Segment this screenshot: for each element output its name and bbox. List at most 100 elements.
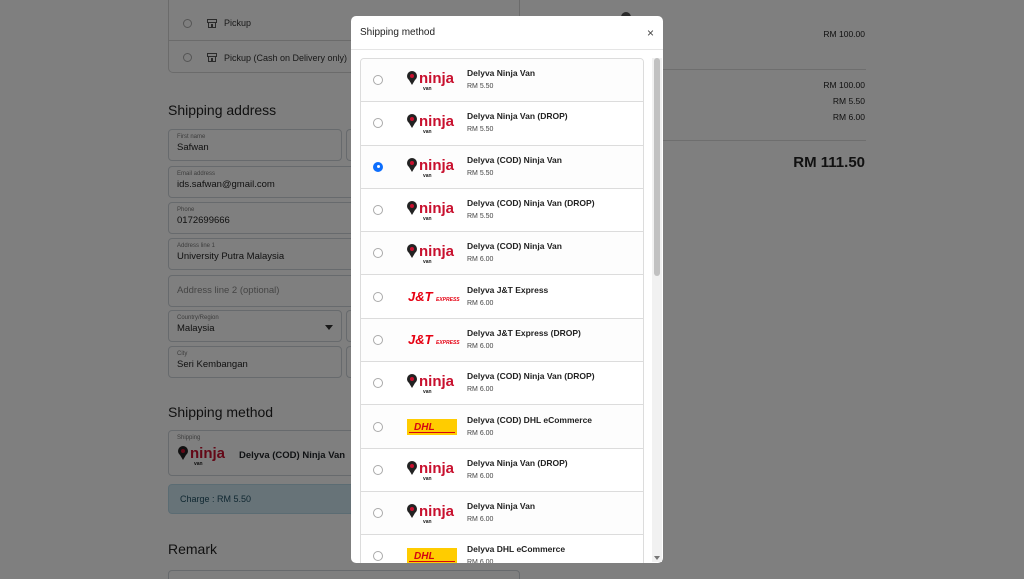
- option-price: RM 5.50: [467, 83, 494, 91]
- ninjavan-logo-icon: ninja van: [406, 154, 460, 180]
- svg-text:EXPRESS: EXPRESS: [436, 340, 460, 346]
- option-price: RM 5.50: [467, 169, 494, 177]
- option-name: Delyva (COD) Ninja Van (DROP): [467, 198, 595, 209]
- svg-text:van: van: [423, 389, 432, 395]
- svg-text:ninja: ninja: [419, 373, 455, 390]
- ninjavan-logo-icon: ninja van: [406, 197, 460, 223]
- ninjavan-logo-icon: ninja van: [406, 500, 460, 526]
- scrollbar-thumb[interactable]: [654, 58, 660, 276]
- option-name: Delyva Ninja Van: [467, 501, 536, 512]
- radio-button[interactable]: [373, 508, 383, 519]
- svg-text:DHL: DHL: [414, 551, 435, 562]
- option-name: Delyva DHL eCommerce: [467, 544, 566, 555]
- ninjavan-logo-icon: ninja van: [406, 240, 460, 266]
- modal-header: Shipping method ×: [351, 16, 663, 50]
- dhl-logo-icon: DHL: [406, 414, 460, 440]
- option-price: RM 5.50: [467, 126, 494, 134]
- option-text: Delyva J&T Express (DROP) RM 6.00: [467, 328, 581, 352]
- option-text: Delyva (COD) Ninja Van (DROP) RM 5.50: [467, 198, 595, 222]
- radio-button[interactable]: [373, 291, 383, 302]
- shipping-option[interactable]: ninja van Delyva (COD) Ninja Van RM 6.00: [361, 232, 643, 276]
- svg-text:ninja: ninja: [419, 70, 455, 87]
- option-price: RM 6.00: [467, 429, 494, 437]
- svg-text:van: van: [423, 259, 432, 265]
- jnt-logo-icon: J&T EXPRESS: [406, 327, 460, 353]
- modal-title: Shipping method: [360, 27, 436, 38]
- option-name: Delyva J&T Express (DROP): [467, 327, 581, 338]
- shipping-method-modal: Shipping method × ninja van Delyva Ninja V…: [351, 16, 663, 563]
- option-text: Delyva Ninja Van (DROP) RM 6.00: [467, 458, 568, 482]
- option-name: Delyva (COD) Ninja Van: [467, 154, 562, 165]
- svg-text:van: van: [423, 519, 432, 525]
- option-text: Delyva Ninja Van RM 5.50: [467, 68, 535, 92]
- shipping-option[interactable]: ninja van Delyva Ninja Van RM 6.00: [361, 491, 643, 536]
- radio-button[interactable]: [373, 118, 383, 129]
- svg-text:DHL: DHL: [414, 422, 435, 433]
- shipping-option[interactable]: ninja van Delyva (COD) Ninja Van (DROP) RM …: [361, 188, 643, 233]
- option-name: Delyva Ninja Van: [467, 68, 536, 79]
- option-name: Delyva Ninja Van (DROP): [467, 111, 568, 122]
- svg-text:van: van: [423, 86, 432, 92]
- radio-button[interactable]: [373, 75, 383, 86]
- option-price: RM 6.00: [467, 516, 494, 524]
- option-name: Delyva (COD) Ninja Van: [467, 241, 562, 252]
- shipping-option[interactable]: J&T EXPRESS Delyva J&T Express RM 6.00: [361, 275, 643, 319]
- svg-text:EXPRESS: EXPRESS: [436, 297, 460, 303]
- close-icon[interactable]: ×: [647, 27, 654, 39]
- radio-button[interactable]: [373, 378, 383, 389]
- option-price: RM 6.00: [467, 256, 494, 264]
- svg-text:van: van: [423, 476, 432, 482]
- option-price: RM 6.00: [467, 299, 494, 307]
- ninjavan-logo-icon: ninja van: [406, 67, 460, 93]
- svg-text:J&T: J&T: [408, 332, 434, 347]
- scroll-down-arrow-icon[interactable]: [654, 556, 660, 560]
- option-price: RM 5.50: [467, 213, 494, 221]
- option-name: Delyva Ninja Van (DROP): [467, 457, 568, 468]
- shipping-option[interactable]: ninja van Delyva (COD) Ninja Van RM 5.50: [361, 145, 643, 189]
- dhl-logo-icon: DHL: [406, 543, 460, 563]
- option-text: Delyva Ninja Van (DROP) RM 5.50: [467, 111, 568, 135]
- radio-button[interactable]: [373, 205, 383, 216]
- svg-text:van: van: [423, 173, 432, 179]
- svg-text:ninja: ninja: [419, 460, 455, 477]
- option-price: RM 6.00: [467, 342, 494, 350]
- option-price: RM 6.00: [467, 472, 494, 480]
- shipping-option[interactable]: ninja van Delyva (COD) Ninja Van (DROP) RM …: [361, 362, 643, 406]
- svg-text:ninja: ninja: [419, 503, 455, 520]
- radio-button[interactable]: [373, 464, 383, 475]
- option-text: Delyva J&T Express RM 6.00: [467, 285, 548, 309]
- radio-button[interactable]: [373, 421, 383, 432]
- modal-scrollbar[interactable]: [652, 58, 662, 562]
- svg-text:ninja: ninja: [419, 243, 455, 260]
- radio-button[interactable]: [373, 248, 383, 259]
- option-text: Delyva (COD) Ninja Van RM 5.50: [467, 155, 562, 179]
- option-price: RM 6.00: [467, 559, 494, 563]
- option-text: Delyva (COD) Ninja Van (DROP) RM 6.00: [467, 371, 595, 395]
- ninjavan-logo-icon: ninja van: [406, 370, 460, 396]
- svg-text:ninja: ninja: [419, 200, 455, 217]
- shipping-options-list: ninja van Delyva Ninja Van RM 5.50 ninja van D…: [360, 58, 644, 563]
- shipping-option[interactable]: ninja van Delyva Ninja Van RM 5.50: [361, 59, 643, 103]
- shipping-option[interactable]: J&T EXPRESS Delyva J&T Express (DROP) RM 6.…: [361, 318, 643, 363]
- ninjavan-logo-icon: ninja van: [406, 457, 460, 483]
- modal-body: ninja van Delyva Ninja Van RM 5.50 ninja van D…: [351, 50, 663, 563]
- shipping-option[interactable]: ninja van Delyva Ninja Van (DROP) RM 6.00: [361, 448, 643, 492]
- option-text: Delyva (COD) Ninja Van RM 6.00: [467, 241, 562, 265]
- radio-button[interactable]: [373, 161, 383, 172]
- shipping-option[interactable]: ninja van Delyva Ninja Van (DROP) RM 5.50: [361, 102, 643, 146]
- option-text: Delyva (COD) DHL eCommerce RM 6.00: [467, 415, 592, 439]
- shipping-option[interactable]: DHL Delyva DHL eCommerce RM 6.00: [361, 535, 643, 563]
- radio-button[interactable]: [373, 334, 383, 345]
- option-text: Delyva DHL eCommerce RM 6.00: [467, 544, 565, 563]
- ninjavan-logo-icon: ninja van: [406, 110, 460, 136]
- radio-button[interactable]: [373, 551, 383, 562]
- svg-text:ninja: ninja: [419, 157, 455, 174]
- svg-text:van: van: [423, 216, 432, 222]
- svg-text:ninja: ninja: [419, 113, 455, 130]
- option-name: Delyva (COD) Ninja Van (DROP): [467, 371, 595, 382]
- jnt-logo-icon: J&T EXPRESS: [406, 284, 460, 310]
- option-name: Delyva (COD) DHL eCommerce: [467, 414, 593, 425]
- shipping-option[interactable]: DHL Delyva (COD) DHL eCommerce RM 6.00: [361, 405, 643, 449]
- option-price: RM 6.00: [467, 386, 494, 394]
- option-text: Delyva Ninja Van RM 6.00: [467, 501, 535, 525]
